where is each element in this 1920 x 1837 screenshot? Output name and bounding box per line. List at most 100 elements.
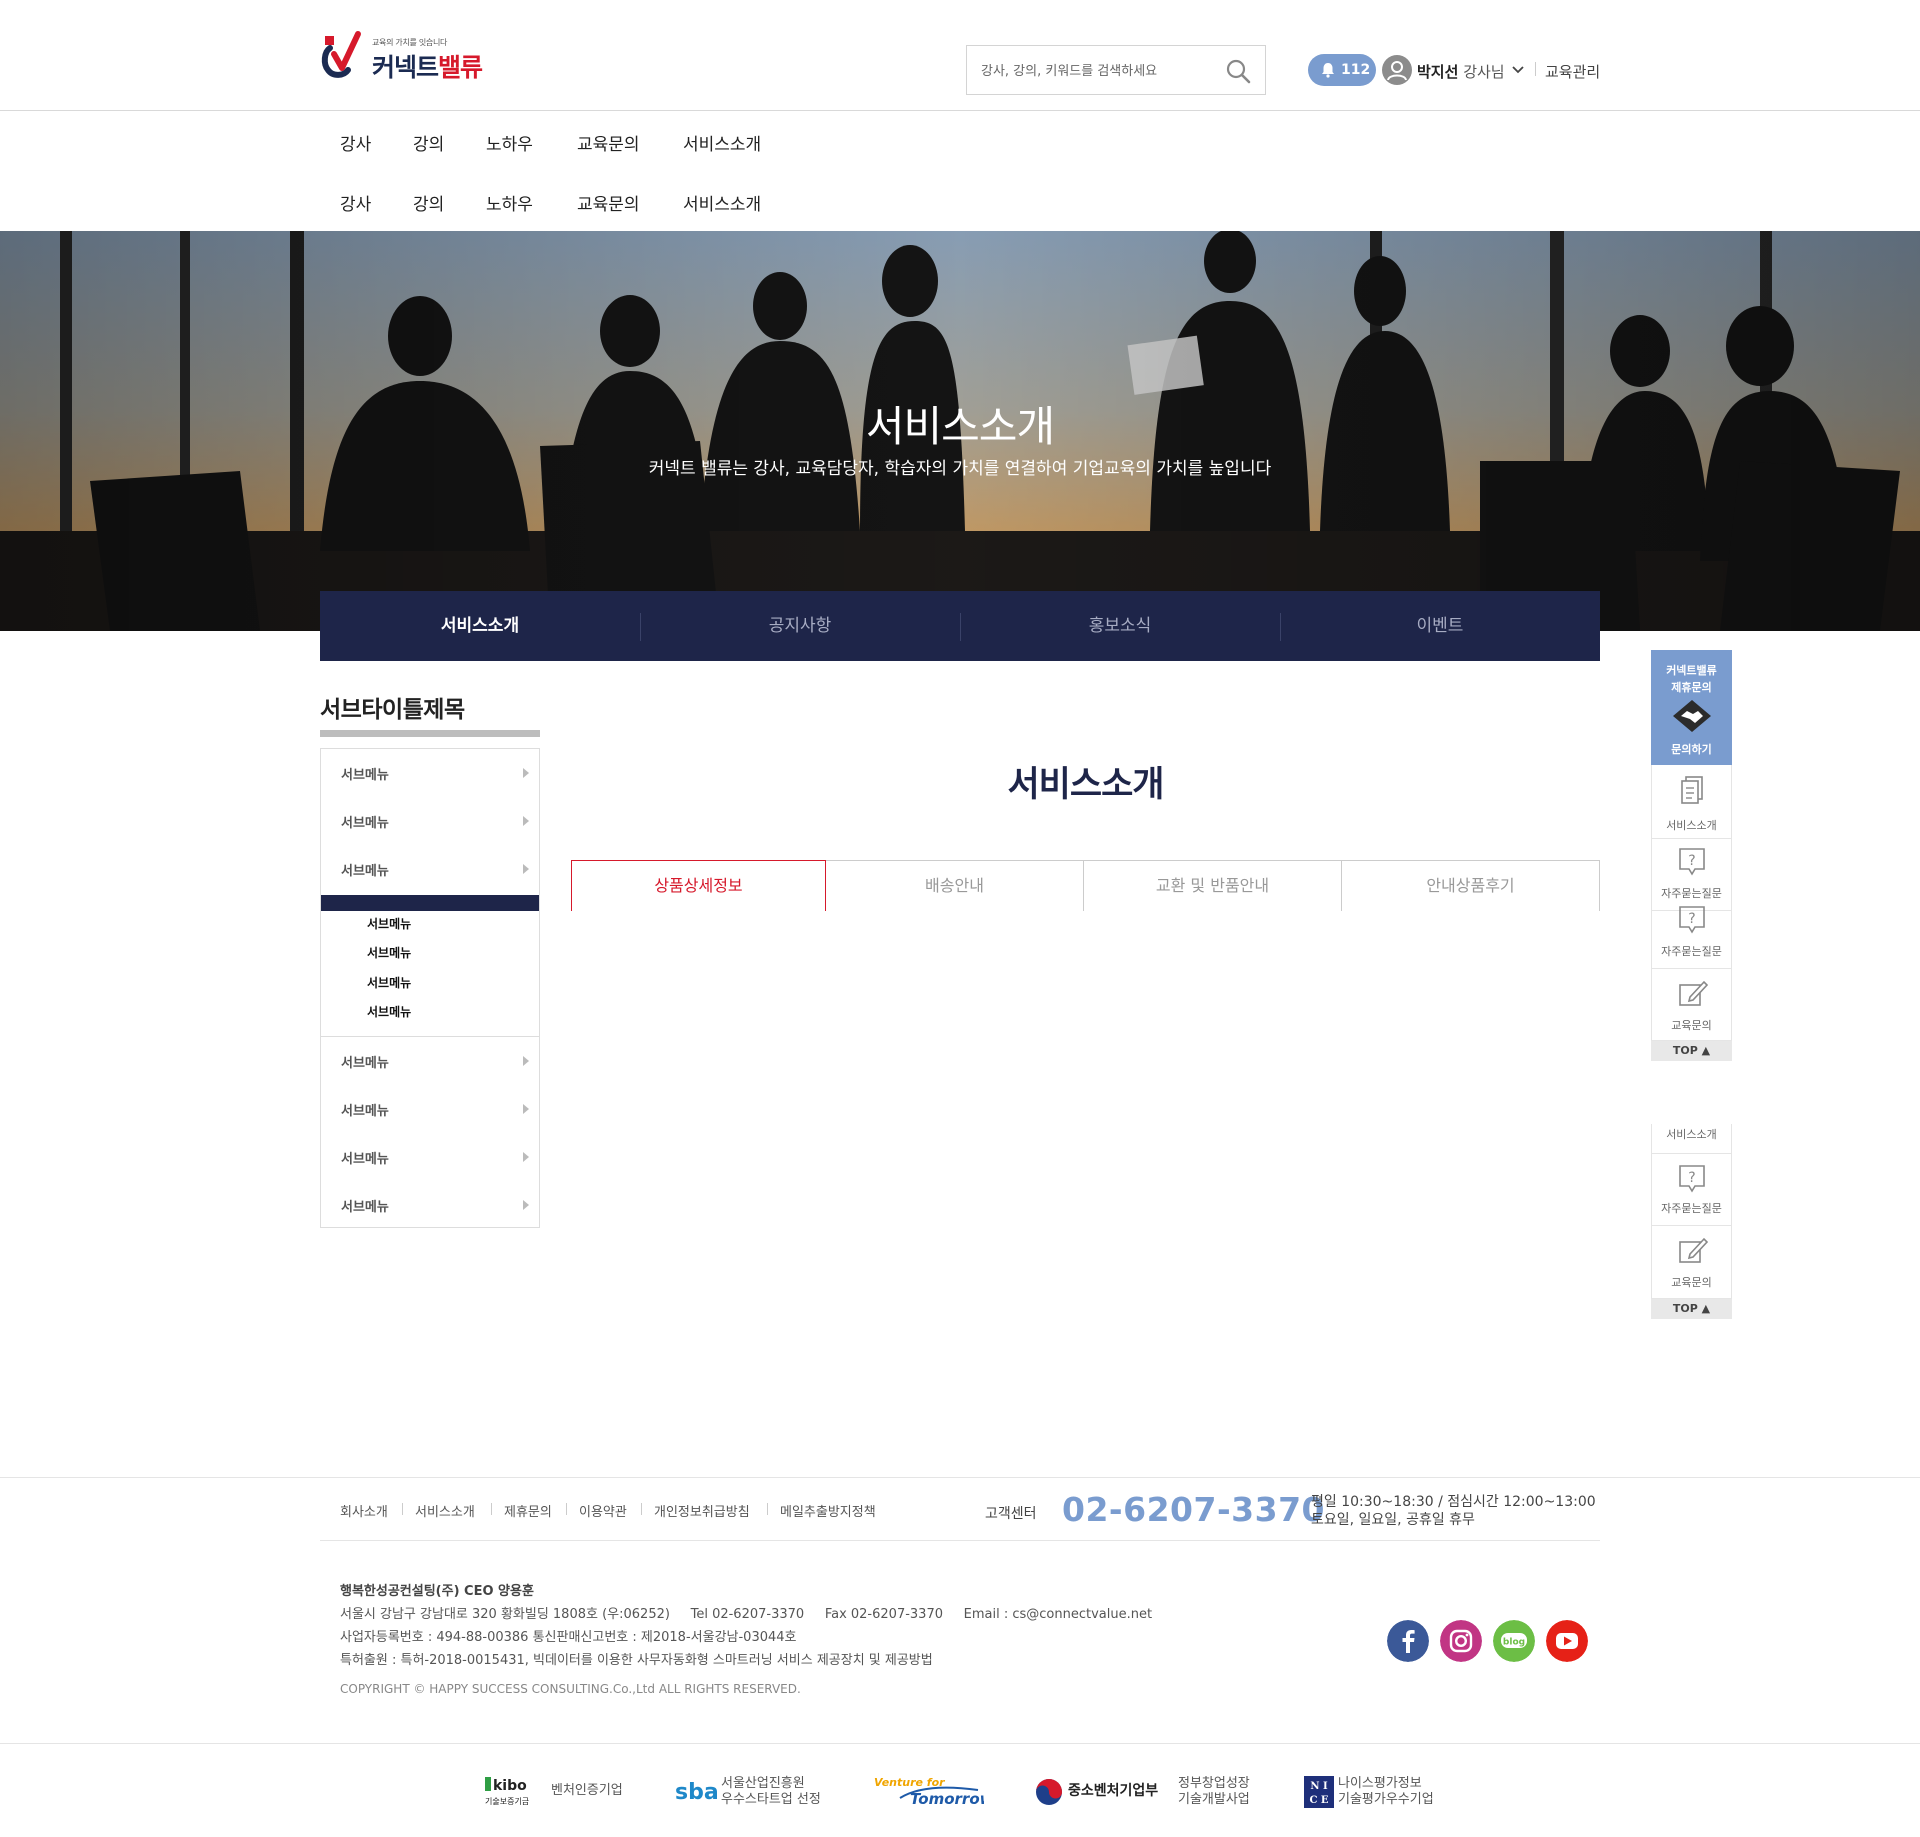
instagram-icon[interactable] xyxy=(1440,1620,1482,1662)
quick-menu: 서비스소개 ? 자주묻는질문 교육문의 TOP ▲ xyxy=(1651,1124,1732,1319)
divider xyxy=(566,1503,567,1515)
page-title: 서비스소개 xyxy=(1007,765,1164,805)
svg-text:C E: C E xyxy=(1309,1795,1328,1806)
notification-badge[interactable]: 112 xyxy=(1308,54,1376,86)
customer-center-hours: 평일 10:30~18:30 / 점심시간 12:00~13:00 토요일, 일요… xyxy=(1311,1494,1596,1528)
scroll-top-button[interactable]: TOP ▲ xyxy=(1651,1041,1732,1061)
svg-text:?: ? xyxy=(1688,911,1695,927)
nav-item-instructor[interactable]: 강사 xyxy=(340,130,371,155)
side-menu-item[interactable]: 서브메뉴 xyxy=(321,1181,539,1229)
nav-item-edu-inquiry[interactable]: 교육문의 xyxy=(577,130,640,155)
cert-venture-for-tomorrow: Venture for Tomorrow xyxy=(874,1772,984,1812)
side-menu-item[interactable]: 서브메뉴 xyxy=(321,1037,539,1085)
footer-link-service[interactable]: 서비스소개 xyxy=(415,1501,475,1520)
handshake-icon xyxy=(1673,700,1711,732)
search-icon[interactable] xyxy=(1225,58,1251,84)
quick-faq[interactable]: ? 자주묻는질문 xyxy=(1651,906,1732,969)
avatar[interactable] xyxy=(1382,55,1412,85)
question-icon: ? xyxy=(1679,906,1705,934)
chevron-right-icon xyxy=(523,1104,529,1114)
footer-link-terms[interactable]: 이용약관 xyxy=(579,1501,627,1520)
footer-link-privacy[interactable]: 개인정보취급방침 xyxy=(654,1501,750,1520)
blog-icon[interactable]: blog xyxy=(1493,1620,1535,1662)
side-menu: 서브메뉴 서브메뉴 서브메뉴 서브메뉴 서브메뉴 서브메뉴 서브메뉴 서브메뉴 … xyxy=(320,748,540,1228)
quick-head-line1: 커넥트밸류 xyxy=(1666,664,1717,677)
hero-banner: 서비스소개 커넥트 밸류는 강사, 교육담당자, 학습자의 가치를 연결하여 기… xyxy=(0,231,1920,631)
footer-link-partnership[interactable]: 제휴문의 xyxy=(504,1501,552,1520)
nav-item-service[interactable]: 서비스소개 xyxy=(683,190,761,215)
divider xyxy=(767,1503,768,1515)
customer-center-phone: 02-6207-3370 xyxy=(1062,1490,1326,1529)
nav-item-instructor[interactable]: 강사 xyxy=(340,190,371,215)
nav-item-lecture[interactable]: 강의 xyxy=(413,190,444,215)
chevron-right-icon xyxy=(523,1056,529,1066)
side-menu-item[interactable]: 서브메뉴 xyxy=(321,1085,539,1133)
hero-subtitle: 커넥트 밸류는 강사, 교육담당자, 학습자의 가치를 연결하여 기업교육의 가… xyxy=(648,459,1272,479)
cert-kibo: kibo 기술보증기금 벤처인증기업 xyxy=(485,1772,625,1812)
quick-edu-inquiry[interactable]: 교육문의 xyxy=(1651,1226,1732,1299)
side-menu-item[interactable]: 서브메뉴 xyxy=(321,845,539,893)
quick-service-intro[interactable]: 서비스소개 xyxy=(1651,765,1732,839)
nav-item-edu-inquiry[interactable]: 교육문의 xyxy=(577,190,640,215)
customer-center-label: 고객센터 xyxy=(985,1506,1037,1522)
logo[interactable]: 교육의 가치를 잇습니다 커넥트밸류 xyxy=(320,30,500,82)
side-submenu-item[interactable]: 서브메뉴 xyxy=(367,915,411,932)
quick-edu-inquiry[interactable]: 교육문의 xyxy=(1651,969,1732,1041)
nav-item-service[interactable]: 서비스소개 xyxy=(683,130,761,155)
nav-item-knowhow[interactable]: 노하우 xyxy=(486,130,533,155)
tab-shipping[interactable]: 배송안내 xyxy=(826,860,1084,911)
tab-event[interactable]: 이벤트 xyxy=(1280,591,1600,661)
quick-head-action: 문의하기 xyxy=(1671,743,1712,756)
footer-link-about[interactable]: 회사소개 xyxy=(340,1501,388,1520)
search-input[interactable] xyxy=(981,61,1211,81)
site-header: 교육의 가치를 잇습니다 커넥트밸류 112 박지선 강사님 교육관리 xyxy=(0,0,1920,111)
company-info: 행복한성공컨설팅(주) CEO 양용훈 서울시 강남구 강남대로 320 황화빌… xyxy=(340,1584,1153,1668)
side-submenu-item[interactable]: 서브메뉴 xyxy=(367,1003,411,1020)
user-name[interactable]: 박지선 강사님 xyxy=(1417,61,1505,82)
side-menu-item[interactable]: 서브메뉴 xyxy=(321,797,539,845)
edu-manage-link[interactable]: 교육관리 xyxy=(1545,61,1600,82)
divider xyxy=(0,1743,1920,1744)
divider xyxy=(491,1503,492,1515)
kibo-logo: kibo 기술보증기금 xyxy=(485,1777,529,1806)
question-icon: ? xyxy=(1679,1165,1705,1193)
svg-text:kibo: kibo xyxy=(493,1778,527,1794)
quick-faq[interactable]: ? 자주묻는질문 xyxy=(1651,839,1732,911)
cert-mss: 중소벤처기업부 정부창업성장 기술개발사업 xyxy=(1035,1772,1255,1812)
svg-text:?: ? xyxy=(1688,1170,1695,1186)
divider xyxy=(1535,62,1536,76)
tab-review[interactable]: 안내상품후기 xyxy=(1342,860,1600,911)
hero-title: 서비스소개 xyxy=(865,402,1055,451)
chevron-right-icon xyxy=(523,1152,529,1162)
side-submenu-item[interactable]: 서브메뉴 xyxy=(367,974,411,991)
nav-item-knowhow[interactable]: 노하우 xyxy=(486,190,533,215)
mss-logo-text: 중소벤처기업부 xyxy=(1068,1783,1159,1799)
tab-press[interactable]: 홍보소식 xyxy=(960,591,1280,661)
tab-service-intro[interactable]: 서비스소개 xyxy=(320,591,640,661)
scroll-top-button[interactable]: TOP ▲ xyxy=(1651,1299,1732,1319)
quick-service-intro[interactable]: 서비스소개 xyxy=(1651,1124,1732,1154)
facebook-icon[interactable] xyxy=(1387,1620,1429,1662)
divider xyxy=(641,1503,642,1515)
nice-logo: N I C E xyxy=(1304,1776,1334,1808)
footer-link-email-policy[interactable]: 메일추출방지정책 xyxy=(780,1501,876,1520)
side-menu-item[interactable]: 서브메뉴 xyxy=(321,749,539,797)
tab-notice[interactable]: 공지사항 xyxy=(640,591,960,661)
logo-tagline: 교육의 가치를 잇습니다 xyxy=(372,38,448,47)
content-tabs: 상품상세정보 배송안내 교환 및 반품안내 안내상품후기 xyxy=(571,860,1600,911)
side-submenu-item[interactable]: 서브메뉴 xyxy=(367,944,411,961)
side-menu-item[interactable]: 서브메뉴 xyxy=(321,1133,539,1181)
svg-text:Tomorrow: Tomorrow xyxy=(910,1790,984,1808)
cert-nice: N I C E 나이스평가정보 기술평가우수기업 xyxy=(1304,1772,1454,1812)
quick-partner-inquiry[interactable]: 커넥트밸류 제휴문의 문의하기 xyxy=(1651,650,1732,765)
nav-item-lecture[interactable]: 강의 xyxy=(413,130,444,155)
sba-logo: sba xyxy=(675,1780,717,1805)
tab-exchange-return[interactable]: 교환 및 반품안내 xyxy=(1084,860,1342,911)
youtube-icon[interactable] xyxy=(1546,1620,1588,1662)
chevron-down-icon[interactable] xyxy=(1512,65,1524,75)
quick-menu: 커넥트밸류제휴문의 문의하기 서비스소개 ? 자주묻는질문 ? 자주묻는질문 xyxy=(1651,650,1732,1061)
chevron-right-icon xyxy=(523,816,529,826)
notification-count: 112 xyxy=(1341,62,1371,78)
quick-faq[interactable]: ? 자주묻는질문 xyxy=(1651,1154,1732,1226)
tab-product-detail[interactable]: 상품상세정보 xyxy=(571,860,826,911)
